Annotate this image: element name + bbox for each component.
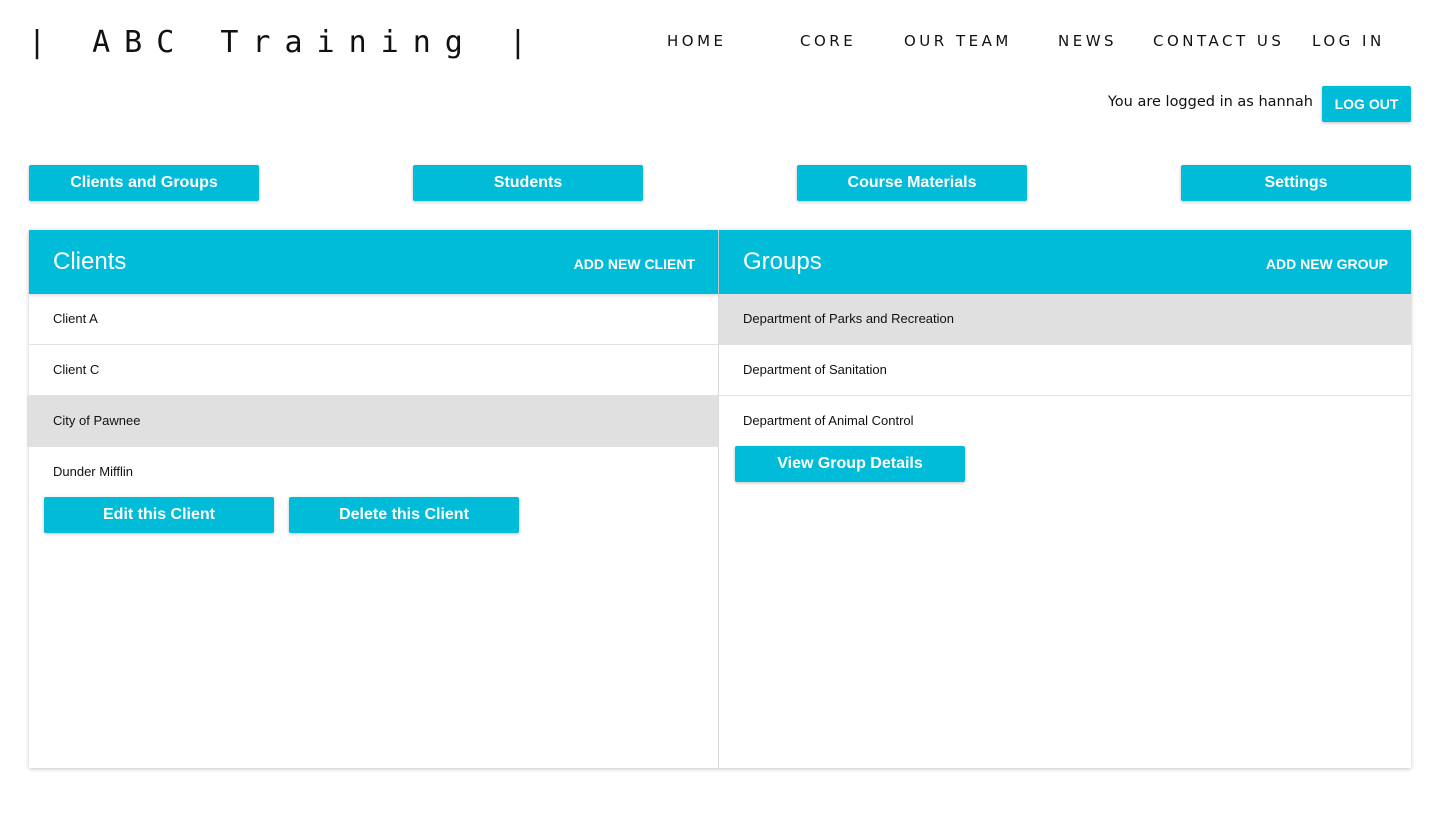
group-list-item[interactable]: Department of Animal Control: [719, 396, 1411, 447]
nav-home-link[interactable]: HOME: [667, 32, 727, 50]
clients-panel-header: Clients ADD NEW CLIENT: [29, 230, 718, 294]
delete-client-button[interactable]: Delete this Client: [289, 497, 519, 533]
students-button[interactable]: Students: [413, 165, 643, 201]
clients-list: Client A Client C City of Pawnee Dunder …: [27, 294, 718, 498]
client-list-item[interactable]: Client A: [29, 294, 718, 345]
add-new-client-link[interactable]: ADD NEW CLIENT: [574, 256, 695, 272]
nav-log-in-link[interactable]: LOG IN: [1312, 32, 1385, 50]
nav-core-link[interactable]: CORE: [800, 32, 856, 50]
add-new-group-link[interactable]: ADD NEW GROUP: [1266, 256, 1388, 272]
groups-panel-header: Groups ADD NEW GROUP: [719, 230, 1411, 294]
groups-list: Department of Parks and Recreation Depar…: [719, 294, 1411, 447]
nav-contact-us-link[interactable]: CONTACT US: [1153, 32, 1284, 50]
clients-title: Clients: [53, 248, 127, 275]
settings-button[interactable]: Settings: [1181, 165, 1411, 201]
nav-our-team-link[interactable]: OUR TEAM: [904, 32, 1012, 50]
clients-panel: Clients ADD NEW CLIENT Client A Client C…: [27, 230, 719, 768]
group-list-item-selected[interactable]: Department of Parks and Recreation: [719, 294, 1411, 345]
groups-title: Groups: [743, 248, 822, 275]
edit-client-button[interactable]: Edit this Client: [44, 497, 274, 533]
client-list-item[interactable]: Dunder Mifflin: [29, 447, 718, 498]
clients-groups-card: Clients ADD NEW CLIENT Client A Client C…: [27, 230, 1411, 768]
logout-button[interactable]: LOG OUT: [1322, 86, 1411, 122]
clients-and-groups-button[interactable]: Clients and Groups: [29, 165, 259, 201]
site-header: | ABC Training | HOME CORE OUR TEAM NEWS…: [0, 0, 1440, 84]
view-group-details-button[interactable]: View Group Details: [735, 446, 965, 482]
groups-panel: Groups ADD NEW GROUP Department of Parks…: [719, 230, 1411, 768]
nav-news-link[interactable]: NEWS: [1058, 32, 1117, 50]
login-status-text: You are logged in as hannah: [1107, 94, 1313, 110]
client-list-item[interactable]: Client C: [29, 345, 718, 396]
main-nav: HOME CORE OUR TEAM NEWS CONTACT US LOG I…: [0, 32, 1440, 54]
course-materials-button[interactable]: Course Materials: [797, 165, 1027, 201]
group-list-item[interactable]: Department of Sanitation: [719, 345, 1411, 396]
client-list-item-selected[interactable]: City of Pawnee: [27, 396, 718, 447]
